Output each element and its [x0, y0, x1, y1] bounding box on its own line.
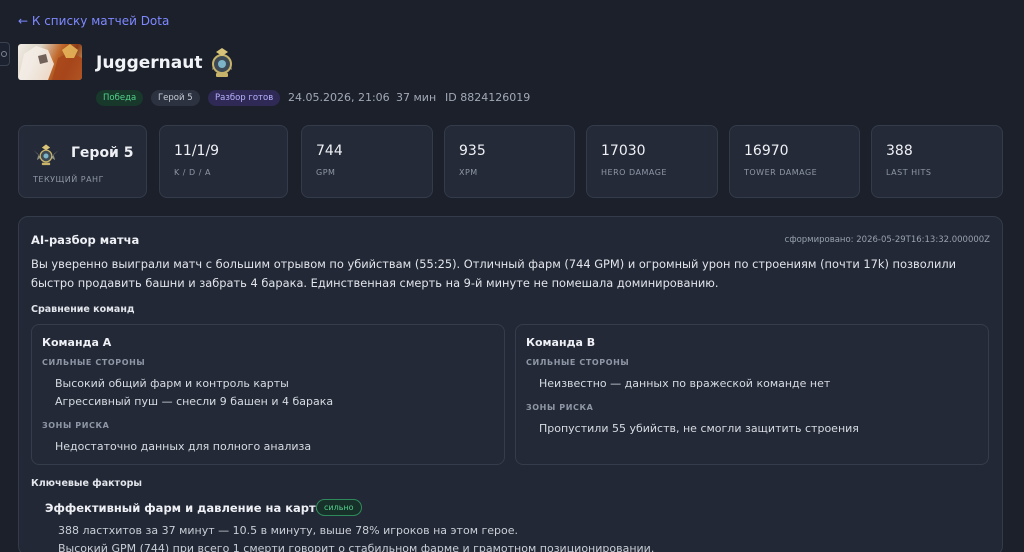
team-a-risk-item: Недостаточно данных для полного анализа: [55, 440, 312, 453]
team-b-title: Команда B: [526, 336, 596, 349]
tower-damage-label: TOWER DAMAGE: [744, 168, 818, 177]
team-a-strength-item: Высокий общий фарм и контроль карты: [55, 377, 289, 390]
hero-damage-label: HERO DAMAGE: [601, 168, 667, 177]
match-duration: 37 мин: [396, 91, 437, 104]
team-a-card: Команда A СИЛЬНЫЕ СТОРОНЫ Высокий общий …: [31, 324, 505, 465]
generated-timestamp: сформировано: 2026-05-29T16:13:32.000000…: [784, 235, 990, 245]
ai-analysis-panel: AI-разбор матча сформировано: 2026-05-29…: [18, 216, 1003, 552]
factor-detail-line: Высокий GPM (744) при всего 1 смерти гов…: [58, 542, 655, 552]
circle-icon: [1, 51, 7, 57]
key-factors-heading: Ключевые факторы: [31, 478, 142, 489]
hero-name: Juggernaut: [96, 53, 203, 73]
team-comparison-heading: Сравнение команд: [31, 304, 135, 315]
factor-detail-line: 388 ластхитов за 37 минут — 10.5 в минут…: [58, 524, 519, 537]
xpm-label: XPM: [459, 168, 478, 177]
rank-value: Герой 5: [71, 145, 134, 161]
rank-label: ТЕКУЩИЙ РАНГ: [33, 175, 104, 184]
hero-rank-badge: Герой 5: [151, 90, 200, 106]
stat-card-gpm: 744 GPM: [301, 125, 433, 198]
analysis-summary: Вы уверенно выиграли матч с большим отры…: [31, 257, 957, 290]
team-a-strengths-label: СИЛЬНЫЕ СТОРОНЫ: [42, 358, 146, 367]
team-a-strength-item: Агрессивный пуш — снесли 9 башен и 4 бар…: [55, 395, 334, 408]
kda-label: K / D / A: [174, 168, 211, 177]
juggernaut-portrait-icon: [18, 44, 82, 80]
back-to-matches-link[interactable]: ← К списку матчей Dota: [18, 14, 169, 28]
stat-card-hero-damage: 17030 HERO DAMAGE: [586, 125, 718, 198]
match-id: ID 8824126019: [445, 91, 531, 104]
stat-card-rank: Герой 5 ТЕКУЩИЙ РАНГ: [18, 125, 147, 198]
hero-portrait: [18, 44, 82, 80]
analysis-title: AI-разбор матча: [31, 233, 140, 247]
tower-damage-value: 16970: [744, 143, 789, 159]
team-b-strengths-label: СИЛЬНЫЕ СТОРОНЫ: [526, 358, 630, 367]
team-b-card: Команда B СИЛЬНЫЕ СТОРОНЫ Неизвестно — д…: [515, 324, 989, 465]
team-b-strength-item: Неизвестно — данных по вражеской команде…: [539, 377, 831, 390]
gpm-value: 744: [316, 143, 343, 159]
rank-emblem-small-icon: [33, 144, 59, 166]
hero-damage-value: 17030: [601, 143, 646, 159]
team-a-risks-label: ЗОНЫ РИСКА: [42, 421, 110, 430]
stat-card-kda: 11/1/9 K / D / A: [159, 125, 288, 198]
stat-card-tower-damage: 16970 TOWER DAMAGE: [729, 125, 860, 198]
team-a-title: Команда A: [42, 336, 112, 349]
result-badge: Победа: [96, 90, 144, 106]
sidebar-toggle-tab[interactable]: [0, 42, 10, 66]
factor-title: Эффективный фарм и давление на карте: [45, 501, 324, 515]
team-b-risks-label: ЗОНЫ РИСКА: [526, 403, 594, 412]
factor-strength-badge: сильно: [316, 499, 362, 516]
stat-card-last-hits: 388 LAST HITS: [871, 125, 1003, 198]
last-hits-value: 388: [886, 143, 913, 159]
analysis-status-badge: Разбор готов: [208, 90, 281, 106]
last-hits-label: LAST HITS: [886, 168, 932, 177]
team-b-risk-item: Пропустили 55 убийств, не смогли защитит…: [539, 422, 859, 435]
kda-value: 11/1/9: [174, 143, 220, 159]
xpm-value: 935: [459, 143, 486, 159]
rank-emblem-icon: [208, 48, 236, 77]
stat-card-xpm: 935 XPM: [444, 125, 575, 198]
match-date: 24.05.2026, 21:06: [288, 91, 390, 104]
gpm-label: GPM: [316, 168, 336, 177]
